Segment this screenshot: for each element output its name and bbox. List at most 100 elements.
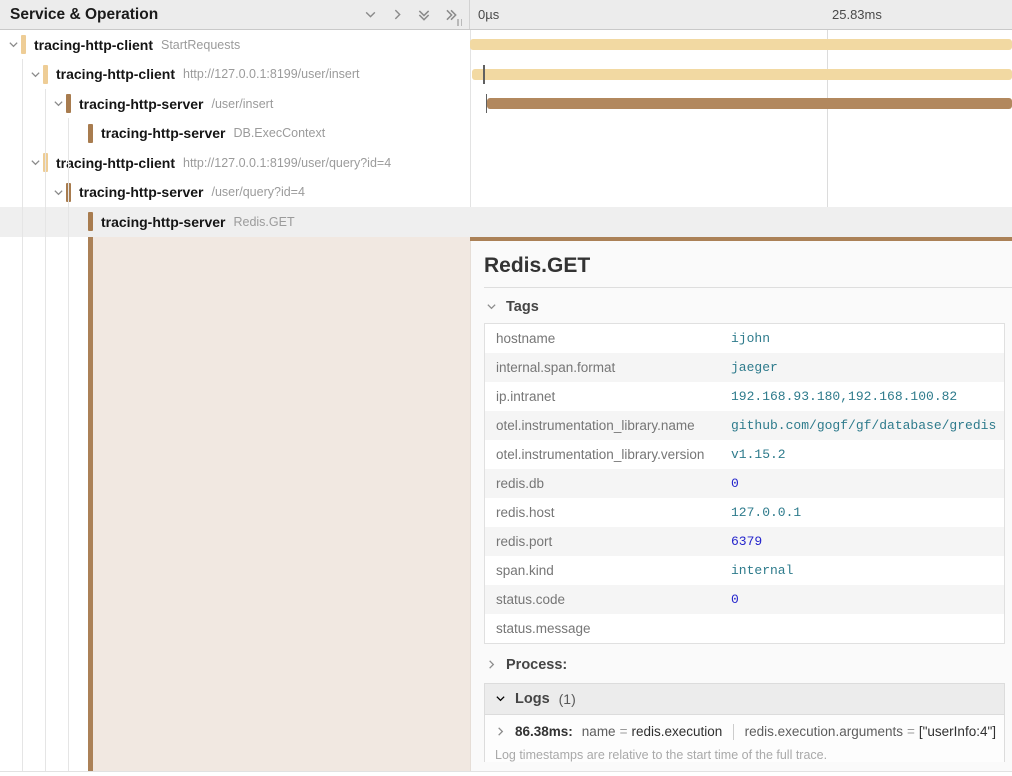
service-name: tracing-http-server — [79, 184, 203, 200]
span-detail-title: Redis.GET — [484, 254, 1012, 278]
timeline-cell[interactable] — [470, 119, 1012, 149]
chevron-down-icon[interactable] — [27, 157, 43, 168]
chevron-right-icon — [495, 726, 506, 737]
trace-timeline-view: Service & Operation 0µs 25.83ms — [0, 0, 1012, 776]
log-entry[interactable]: 86.38ms: name = redis.execution redis.ex… — [495, 724, 996, 740]
chevron-down-icon — [486, 301, 497, 312]
logs-section-header[interactable]: Logs (1) — [485, 684, 1004, 715]
page-bottom — [0, 772, 1012, 776]
tag-value: github.com/gogf/gf/database/gredis — [731, 418, 996, 433]
chevron-right-icon — [486, 659, 497, 670]
operation-name: /user/query?id=4 — [211, 185, 304, 199]
logs-count: (1) — [559, 691, 576, 707]
tag-value: jaeger — [731, 360, 778, 375]
process-section-header[interactable]: Process: — [486, 657, 1012, 673]
service-color-chip — [88, 212, 93, 231]
span-duration-bar[interactable] — [472, 69, 1012, 80]
chevron-right-icon[interactable] — [390, 8, 404, 22]
operation-name: /user/insert — [211, 97, 273, 111]
span-row[interactable]: tracing-http-server /user/insert — [0, 89, 1012, 119]
logs-section-label: Logs — [515, 691, 550, 707]
tags-section-header[interactable]: Tags — [486, 299, 1012, 315]
tag-value: 192.168.93.180,192.168.100.82 — [731, 389, 957, 404]
tag-key: redis.db — [496, 476, 731, 491]
operation-name: http://127.0.0.1:8199/user/query?id=4 — [183, 156, 391, 170]
service-name: tracing-http-client — [34, 37, 153, 53]
operation-name: Redis.GET — [233, 215, 294, 229]
log-field-value: redis.execution — [631, 724, 722, 739]
tag-value: internal — [731, 563, 793, 578]
process-section-label: Process: — [506, 657, 567, 673]
logs-footnote: Log timestamps are relative to the start… — [495, 748, 996, 762]
chevron-down-icon[interactable] — [363, 8, 377, 22]
tag-row: hostnameijohn — [485, 324, 1004, 353]
chevron-down-icon[interactable] — [27, 69, 43, 80]
tag-key: internal.span.format — [496, 360, 731, 375]
timeline-tick-label: 0µs — [478, 0, 499, 29]
span-row[interactable]: tracing-http-server /user/query?id=4 — [0, 178, 1012, 208]
tag-key: status.message — [496, 621, 731, 636]
span-detail-panel: Redis.GET Tags hostnameijohn internal.sp… — [470, 241, 1012, 776]
span-row[interactable]: tracing-http-server DB.ExecContext — [0, 119, 1012, 149]
timeline-cell[interactable] — [470, 148, 1012, 178]
chevron-down-icon[interactable] — [50, 98, 66, 109]
service-operation-title: Service & Operation — [10, 0, 158, 29]
timeline-cell[interactable] — [470, 89, 1012, 119]
tree-indent-guide — [45, 89, 46, 772]
span-row[interactable]: tracing-http-client http://127.0.0.1:819… — [0, 60, 1012, 90]
tag-value: v1.15.2 — [731, 447, 786, 462]
span-row-selected[interactable]: tracing-http-server Redis.GET — [0, 207, 1012, 237]
service-color-chip — [88, 124, 93, 143]
double-chevron-right-icon[interactable] — [444, 8, 458, 22]
timeline-cell[interactable] — [470, 30, 1012, 60]
tag-row: status.code0 — [485, 585, 1004, 614]
tag-row: otel.instrumentation_library.versionv1.1… — [485, 440, 1004, 469]
span-boundary-tick — [486, 94, 488, 113]
tag-key: hostname — [496, 331, 731, 346]
log-timestamp: 86.38ms: — [515, 724, 573, 739]
service-color-chip — [43, 65, 48, 84]
selected-span-detail-backdrop — [93, 237, 470, 773]
service-name: tracing-http-server — [79, 96, 203, 112]
tag-row: redis.port6379 — [485, 527, 1004, 556]
equals-sign: = — [616, 724, 632, 739]
tag-row: redis.host127.0.0.1 — [485, 498, 1004, 527]
span-duration-bar[interactable] — [470, 39, 1012, 50]
tag-key: redis.port — [496, 534, 731, 549]
tree-indent-guide — [22, 59, 23, 772]
timeline-cell[interactable] — [470, 207, 1012, 237]
log-field-key: name — [582, 724, 616, 739]
tag-key: status.code — [496, 592, 731, 607]
tag-key: ip.intranet — [496, 389, 731, 404]
tags-table: hostnameijohn internal.span.formatjaeger… — [484, 323, 1005, 644]
tag-row: redis.db0 — [485, 469, 1004, 498]
log-field-key: redis.execution.arguments — [745, 724, 903, 739]
chevron-down-icon[interactable] — [5, 39, 21, 50]
operation-name: http://127.0.0.1:8199/user/insert — [183, 67, 360, 81]
service-name: tracing-http-server — [101, 214, 225, 230]
column-resizer-grip[interactable] — [457, 19, 462, 26]
timeline-cell[interactable] — [470, 178, 1012, 208]
timeline-cell[interactable] — [470, 60, 1012, 90]
title-divider — [484, 287, 1012, 288]
tag-key: otel.instrumentation_library.name — [496, 418, 731, 433]
tag-key: redis.host — [496, 505, 731, 520]
chevron-down-icon[interactable] — [50, 187, 66, 198]
tag-value: 0 — [731, 592, 739, 607]
span-duration-bar[interactable] — [487, 98, 1012, 109]
logs-content: 86.38ms: name = redis.execution redis.ex… — [485, 715, 1004, 762]
equals-sign: = — [903, 724, 919, 739]
tag-row: otel.instrumentation_library.namegithub.… — [485, 411, 1004, 440]
logs-box: Logs (1) 86.38ms: name = redis.execution… — [484, 683, 1005, 762]
timeline-tick-label: 25.83ms — [832, 0, 882, 29]
tag-value: 0 — [731, 476, 739, 491]
tag-row: ip.intranet192.168.93.180,192.168.100.82 — [485, 382, 1004, 411]
span-row[interactable]: tracing-http-client http://127.0.0.1:819… — [0, 148, 1012, 178]
service-color-chip — [21, 35, 26, 54]
double-chevron-down-icon[interactable] — [417, 8, 431, 22]
chevron-down-icon — [495, 693, 506, 704]
span-row[interactable]: tracing-http-client StartRequests — [0, 30, 1012, 60]
operation-name: StartRequests — [161, 38, 240, 52]
log-field-value: ["userInfo:4"] — [919, 724, 996, 739]
span-boundary-tick — [483, 65, 485, 84]
